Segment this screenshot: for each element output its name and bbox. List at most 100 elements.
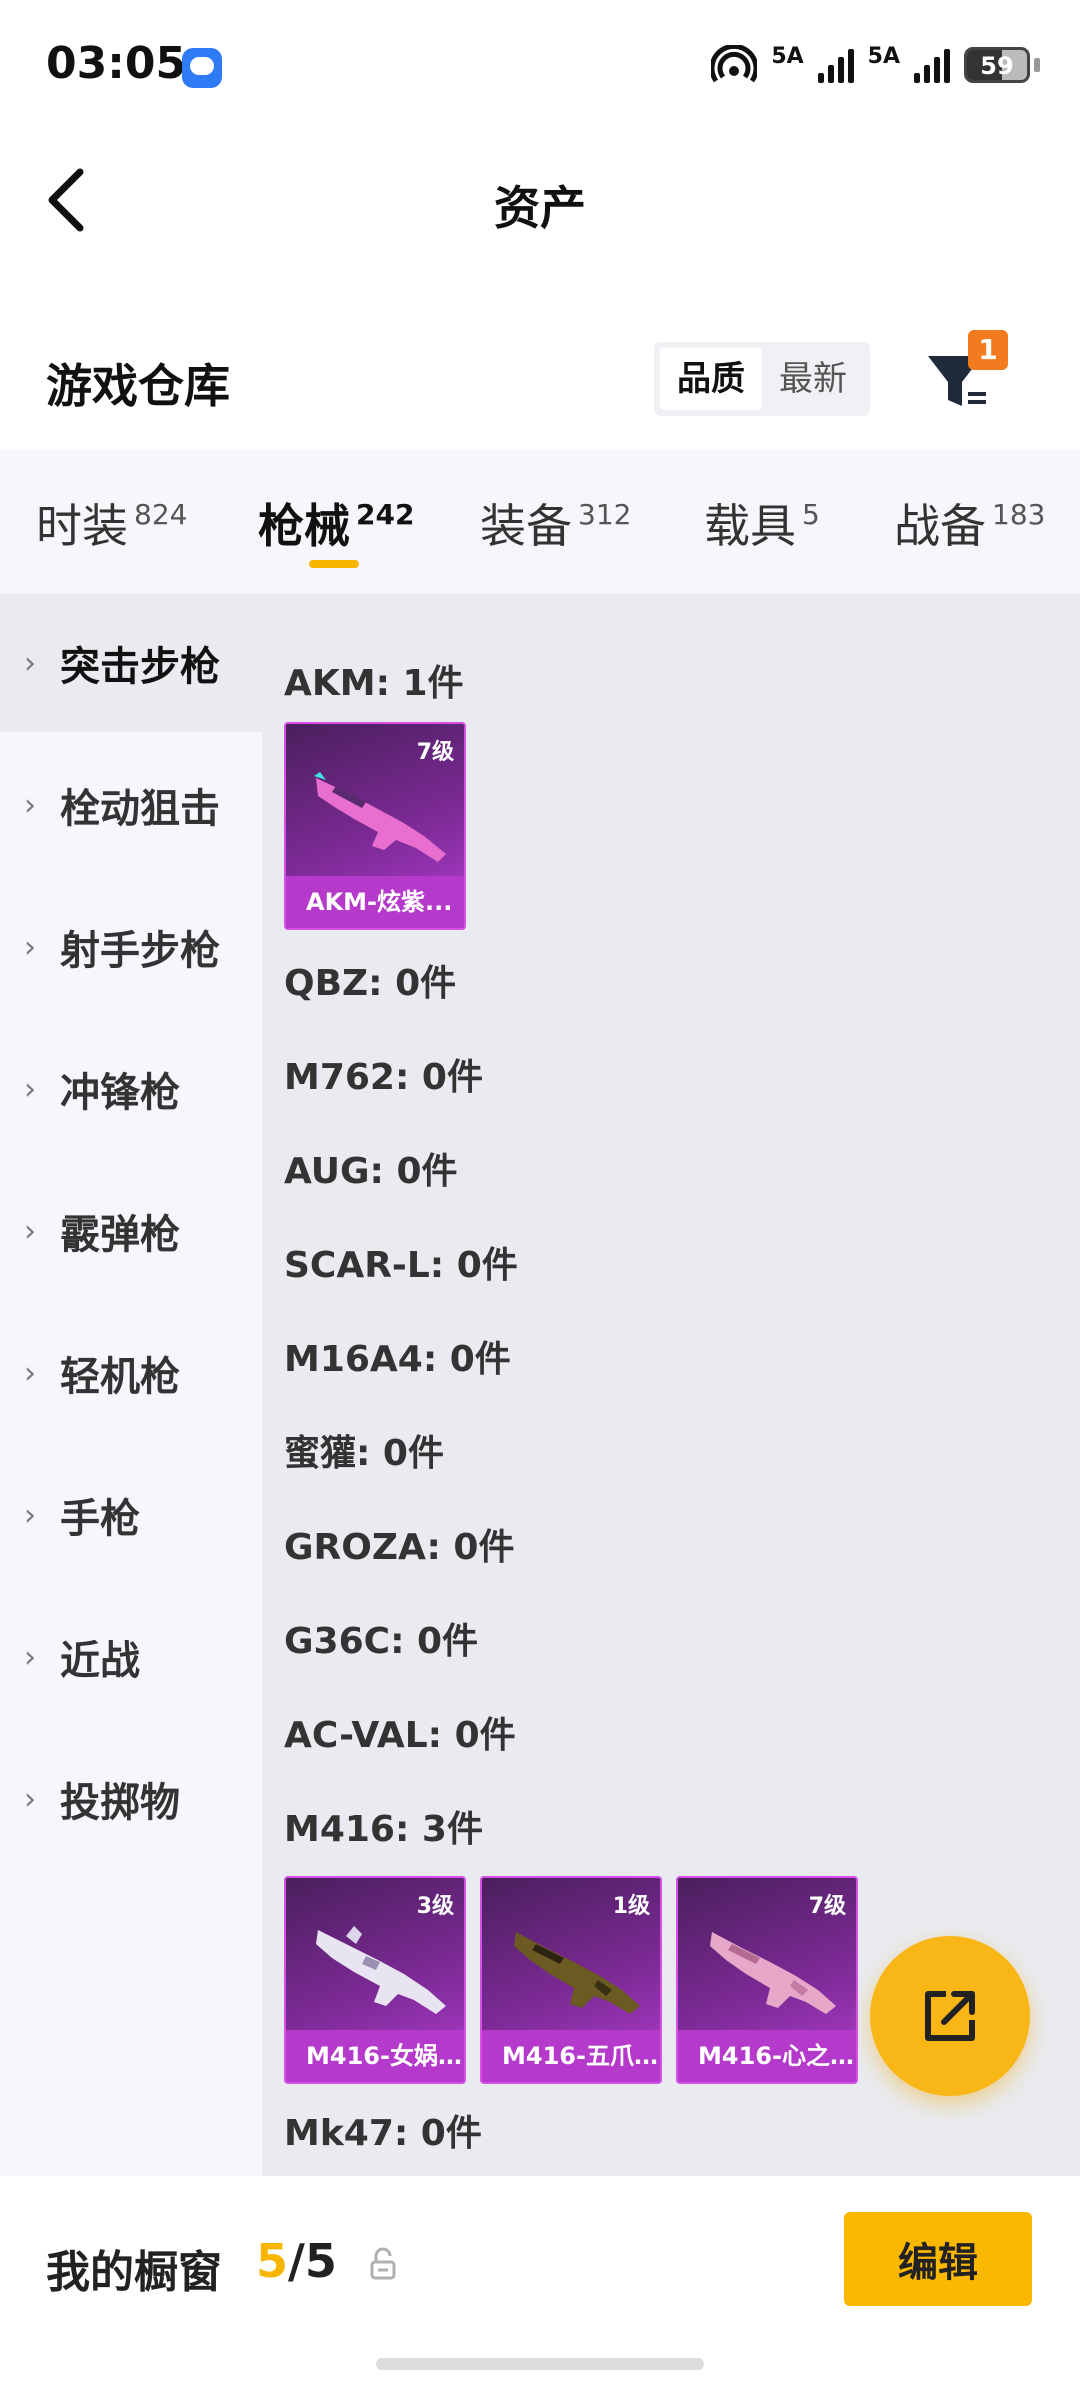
item-name: AKM-炫紫... (286, 876, 464, 928)
status-time: 03:05 (46, 38, 187, 89)
tab-firearms[interactable]: 枪械 242 (258, 490, 414, 556)
chevron-right-icon: › (24, 645, 36, 681)
showcase-current: 5 (256, 2234, 289, 2288)
sidebar-item-label: 手枪 (60, 1496, 140, 1542)
chevron-right-icon: › (24, 1071, 36, 1107)
tab-equipment[interactable]: 装备 312 (480, 490, 631, 556)
sidebar-item-bolt-sniper[interactable]: › 栓动狙击 (0, 736, 262, 874)
tab-label: 载具 (704, 499, 796, 553)
tab-count: 183 (992, 498, 1046, 531)
signal-2-icon (914, 47, 950, 83)
rifle-icon (316, 1926, 446, 2014)
signal-1-icon (817, 47, 854, 83)
sort-toggle: 品质 最新 (654, 342, 870, 416)
sidebar-item-label: 投掷物 (60, 1780, 180, 1826)
group-label-qbz: QBZ: 0件 (284, 963, 457, 1004)
sidebar-item-marksman-rifle[interactable]: › 射手步枪 (0, 878, 262, 1016)
tab-label: 枪械 (258, 499, 350, 553)
chevron-right-icon: › (24, 1355, 36, 1391)
hotspot-icon (711, 45, 758, 83)
filter-button[interactable]: 1 (920, 330, 1020, 420)
sidebar-item-label: 射手步枪 (60, 928, 220, 974)
item-card-akm[interactable]: 7级 AKM-炫紫... (284, 722, 466, 930)
chevron-right-icon: › (24, 787, 36, 823)
showcase-count: 5/5 (256, 2234, 337, 2288)
item-card-m416-1[interactable]: 3级 M416-女娲... (284, 1876, 466, 2084)
sidebar-item-assault-rifle[interactable]: › 突击步枪 (0, 594, 262, 732)
group-label-akm: AKM: 1件 (284, 663, 464, 704)
share-button[interactable] (870, 1936, 1030, 2096)
rifle-icon (314, 772, 446, 862)
sidebar-item-label: 近战 (60, 1638, 140, 1684)
item-level: 3级 (416, 1894, 454, 1919)
sidebar-item-label: 冲锋枪 (60, 1070, 180, 1116)
sidebar-item-lmg[interactable]: › 轻机枪 (0, 1304, 262, 1442)
filter-count-badge: 1 (968, 330, 1008, 370)
chevron-right-icon: › (24, 1639, 36, 1675)
section-title: 游戏仓库 (46, 359, 230, 413)
chevron-right-icon: › (24, 1781, 36, 1817)
tab-label: 战备 (894, 499, 986, 553)
tab-combat-supplies[interactable]: 战备 183 (894, 490, 1045, 556)
group-label-m16a4: M16A4: 0件 (284, 1339, 511, 1380)
status-indicators: 5A 5A 59 (711, 40, 1040, 90)
battery-icon: 59 (964, 47, 1030, 83)
battery-tip (1034, 58, 1040, 72)
tab-count: 312 (578, 498, 632, 531)
chevron-right-icon: › (24, 1213, 36, 1249)
edit-button[interactable]: 编辑 (844, 2212, 1032, 2306)
home-indicator[interactable] (376, 2358, 704, 2370)
network-label-2: 5A (867, 44, 900, 69)
tab-count: 242 (356, 498, 415, 531)
page-title: 资产 (494, 181, 586, 235)
tab-fashion[interactable]: 时装 824 (36, 490, 187, 556)
item-card-m416-3[interactable]: 7级 M416-心之... (676, 1876, 858, 2084)
group-label-scar-l: SCAR-L: 0件 (284, 1245, 518, 1286)
lock-icon (370, 2247, 396, 2280)
group-label-ac-val: AC-VAL: 0件 (284, 1715, 516, 1756)
sidebar-item-label: 栓动狙击 (60, 786, 220, 832)
group-label-aug: AUG: 0件 (284, 1151, 458, 1192)
sidebar-item-shotgun[interactable]: › 霰弹枪 (0, 1162, 262, 1300)
message-notification-icon (182, 48, 222, 88)
weapon-category-sidebar: › 突击步枪 › 栓动狙击 › 射手步枪 › 冲锋枪 › 霰弹枪 › 轻机枪 ›… (0, 594, 262, 2176)
item-name: M416-心之... (678, 2030, 856, 2082)
group-label-m762: M762: 0件 (284, 1057, 483, 1098)
group-label-m416: M416: 3件 (284, 1809, 483, 1850)
group-label-mk47: Mk47: 0件 (284, 2113, 482, 2154)
tab-label: 时装 (36, 499, 128, 553)
active-tab-indicator (309, 560, 359, 568)
tab-vehicles[interactable]: 载具 5 (704, 490, 820, 556)
sidebar-item-throwable[interactable]: › 投掷物 (0, 1730, 262, 1868)
item-level: 7级 (808, 1894, 846, 1919)
showcase-separator: / (288, 2234, 305, 2288)
network-label-1: 5A (771, 44, 804, 69)
bottom-bar: 我的橱窗 5/5 编辑 (0, 2176, 1080, 2390)
tab-label: 装备 (480, 499, 572, 553)
showcase-label: 我的橱窗 (46, 2247, 222, 2298)
item-name: M416-女娲... (286, 2030, 464, 2082)
sidebar-item-pistol[interactable]: › 手枪 (0, 1446, 262, 1584)
rifle-icon (514, 1932, 640, 2014)
group-label-g36c: G36C: 0件 (284, 1621, 479, 1662)
item-card-m416-2[interactable]: 1级 M416-五爪... (480, 1876, 662, 2084)
sidebar-item-label: 突击步枪 (60, 644, 220, 690)
category-tabs: 时装 824 枪械 242 装备 312 载具 5 战备 183 (0, 450, 1080, 594)
item-name: M416-五爪... (482, 2030, 660, 2082)
sidebar-item-smg[interactable]: › 冲锋枪 (0, 1020, 262, 1158)
sidebar-item-melee[interactable]: › 近战 (0, 1588, 262, 1726)
showcase-total: 5 (304, 2234, 337, 2288)
group-label-groza: GROZA: 0件 (284, 1527, 515, 1568)
item-level: 7级 (416, 740, 454, 765)
sort-quality-button[interactable]: 品质 (660, 348, 762, 410)
group-label-honey-badger: 蜜獾: 0件 (284, 1433, 444, 1474)
share-external-icon (925, 1991, 975, 2041)
sidebar-item-label: 轻机枪 (60, 1354, 180, 1400)
chevron-right-icon: › (24, 929, 36, 965)
chevron-right-icon: › (24, 1497, 36, 1533)
item-level: 1级 (612, 1894, 650, 1919)
tab-count: 824 (134, 498, 188, 531)
battery-text: 59 (980, 52, 1014, 80)
status-bar: 03:05 5A 5A 59 (0, 0, 1080, 130)
sort-newest-button[interactable]: 最新 (762, 348, 864, 410)
